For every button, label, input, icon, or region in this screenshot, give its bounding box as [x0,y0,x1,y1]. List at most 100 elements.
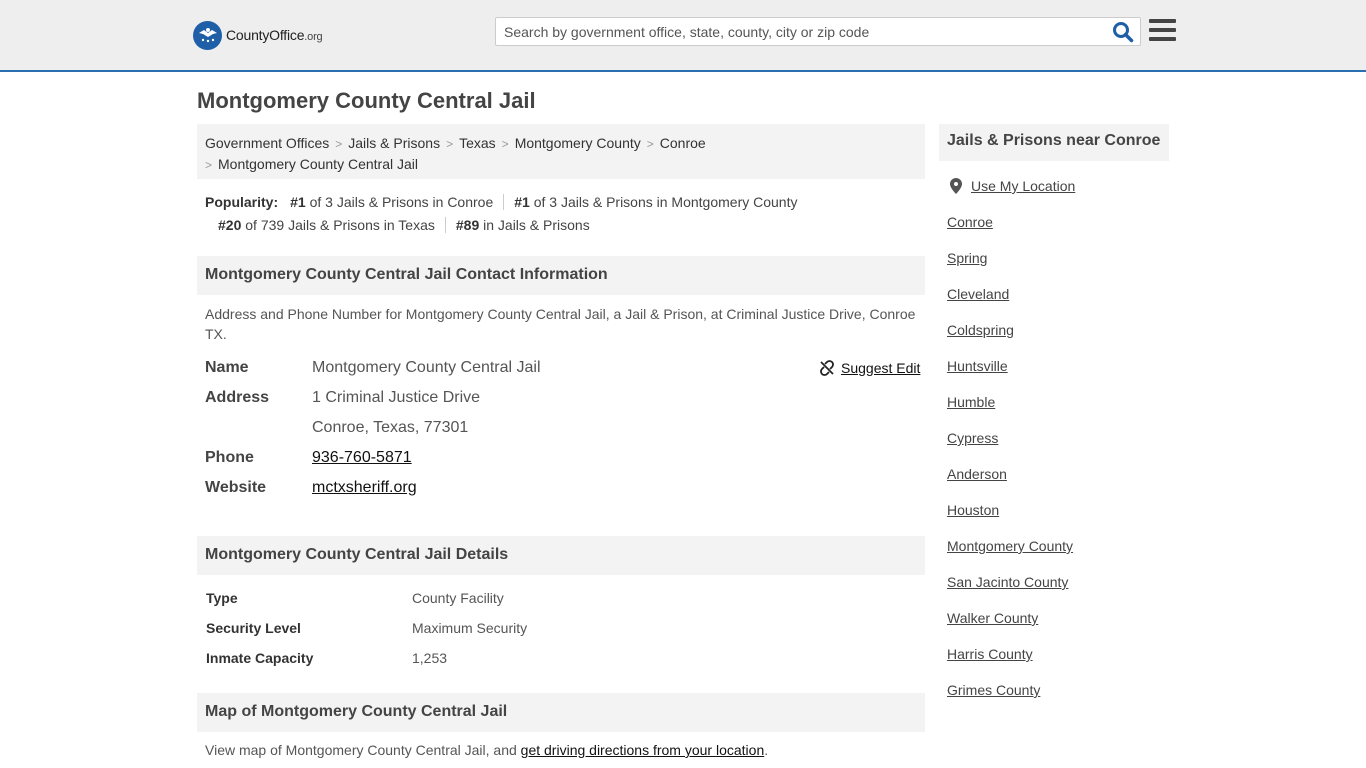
sidebar-heading: Jails & Prisons near Conroe [939,124,1169,161]
nearby-link-huntsville[interactable]: Huntsville [947,358,1008,374]
address-line1: 1 Criminal Justice Drive [312,389,481,406]
contact-description: Address and Phone Number for Montgomery … [205,306,916,342]
nearby-link-walker-county[interactable]: Walker County [947,610,1038,626]
nearby-link-humble[interactable]: Humble [947,394,995,410]
popularity-rank: #89 [455,217,480,233]
driving-directions-link[interactable]: get driving directions from your locatio… [521,742,765,758]
nearby-link-coldspring[interactable]: Coldspring [947,322,1014,338]
popularity-row: Popularity: #1 of 3 Jails & Prisons in Co… [205,191,915,214]
search-icon[interactable] [1112,21,1134,43]
breadcrumb-jails-prisons[interactable]: Jails & Prisons [348,135,440,151]
page-title: Montgomery County Central Jail [197,88,536,113]
site-logo[interactable]: CountyOffice.org [193,20,323,50]
logo-tld: .org [304,31,323,43]
popularity-text: of 3 Jails & Prisons in Conroe [309,194,494,210]
popularity-rank: #20 [218,217,242,233]
use-my-location[interactable]: Use My Location [950,178,1075,194]
site-header: CountyOffice.org [0,0,1366,72]
list-item: Anderson [947,466,1073,502]
list-item: Montgomery County [947,538,1073,574]
nearby-link-spring[interactable]: Spring [947,250,987,266]
address-line2: Conroe, Texas, 77301 [312,419,469,436]
phone-link[interactable]: 936-760-5871 [312,449,412,466]
list-item: San Jacinto County [947,574,1073,610]
use-my-location-link[interactable]: Use My Location [971,178,1075,194]
popularity-rankings: Popularity: #1 of 3 Jails & Prisons in Co… [205,191,915,237]
breadcrumb-conroe[interactable]: Conroe [660,135,706,151]
list-item: Conroe [947,214,1073,250]
breadcrumb-current: Montgomery County Central Jail [218,156,418,172]
search-input[interactable] [496,18,1096,45]
detail-value: Maximum Security [412,620,528,636]
popularity-item: #20 of 739 Jails & Prisons in Texas [208,217,446,233]
name-label: Name [205,359,249,376]
popularity-label: Popularity: [205,194,279,210]
hamburger-menu-icon[interactable] [1149,19,1176,43]
menu-bar [1149,28,1176,32]
nearby-link-houston[interactable]: Houston [947,502,999,518]
list-item: Humble [947,394,1073,430]
popularity-rank: #1 [514,194,530,210]
popularity-row: #20 of 739 Jails & Prisons in Texas #89 i… [205,214,915,237]
broken-link-icon [820,360,834,376]
menu-bar [1149,37,1176,41]
breadcrumb-separator-icon: > [501,137,509,151]
nearby-link-grimes-county[interactable]: Grimes County [947,682,1040,698]
popularity-text: of 739 Jails & Prisons in Texas [245,217,435,233]
list-item: Coldspring [947,322,1073,358]
popularity-item: #1 of 3 Jails & Prisons in Montgomery Co… [504,194,807,210]
nearby-link-cleveland[interactable]: Cleveland [947,286,1009,302]
county-seal-icon [193,20,222,50]
detail-value: County Facility [412,590,504,606]
suggest-edit-link[interactable]: Suggest Edit [841,360,920,376]
breadcrumb-separator-icon: > [646,137,654,151]
map-pin-icon [950,178,962,194]
nearby-list: Conroe Spring Cleveland Coldspring Hunts… [947,214,1073,718]
list-item: Grimes County [947,682,1073,718]
detail-label: Type [206,590,238,606]
breadcrumb-montgomery-county[interactable]: Montgomery County [515,135,641,151]
detail-label: Inmate Capacity [206,650,314,666]
logo-name: County [226,27,270,43]
popularity-item: #1 of 3 Jails & Prisons in Conroe [286,194,505,210]
nearby-link-san-jacinto-county[interactable]: San Jacinto County [947,574,1068,590]
breadcrumb-government-offices[interactable]: Government Offices [205,135,329,151]
website-value: mctxsheriff.org [312,479,417,497]
list-item: Harris County [947,646,1073,682]
list-item: Walker County [947,610,1073,646]
list-item: Cleveland [947,286,1073,322]
logo-accent: Office [269,27,305,43]
nearby-link-harris-county[interactable]: Harris County [947,646,1033,662]
detail-label: Security Level [206,620,301,636]
breadcrumb-separator-icon: > [446,137,454,151]
menu-bar [1149,19,1176,23]
map-text-end: . [764,742,769,758]
name-value: Montgomery County Central Jail [312,359,541,376]
logo-text: CountyOffice.org [226,27,323,43]
popularity-rank: #1 [290,194,306,210]
breadcrumb-texas[interactable]: Texas [459,135,496,151]
suggest-edit-button[interactable]: Suggest Edit [819,360,920,376]
map-heading: Map of Montgomery County Central Jail [197,693,925,732]
nearby-link-montgomery-county[interactable]: Montgomery County [947,538,1073,554]
details-heading: Montgomery County Central Jail Details [197,536,925,575]
nearby-link-anderson[interactable]: Anderson [947,466,1007,482]
map-description: View map of Montgomery County Central Ja… [205,740,920,760]
list-item: Huntsville [947,358,1073,394]
website-link[interactable]: mctxsheriff.org [312,479,417,496]
breadcrumb-separator-icon: > [335,137,343,151]
popularity-item: #89 in Jails & Prisons [446,217,600,233]
detail-value: 1,253 [412,650,448,666]
contact-heading: Montgomery County Central Jail Contact I… [197,256,925,295]
nearby-link-conroe[interactable]: Conroe [947,214,993,230]
popularity-text: in Jails & Prisons [483,217,590,233]
nearby-link-cypress[interactable]: Cypress [947,430,998,446]
popularity-text: of 3 Jails & Prisons in Montgomery Count… [533,194,798,210]
phone-label: Phone [205,449,254,466]
list-item: Spring [947,250,1073,286]
map-text: View map of Montgomery County Central Ja… [205,742,521,758]
phone-value: 936-760-5871 [312,449,412,467]
list-item: Houston [947,502,1073,538]
breadcrumb-separator-icon: > [205,158,213,172]
website-label: Website [205,479,267,496]
